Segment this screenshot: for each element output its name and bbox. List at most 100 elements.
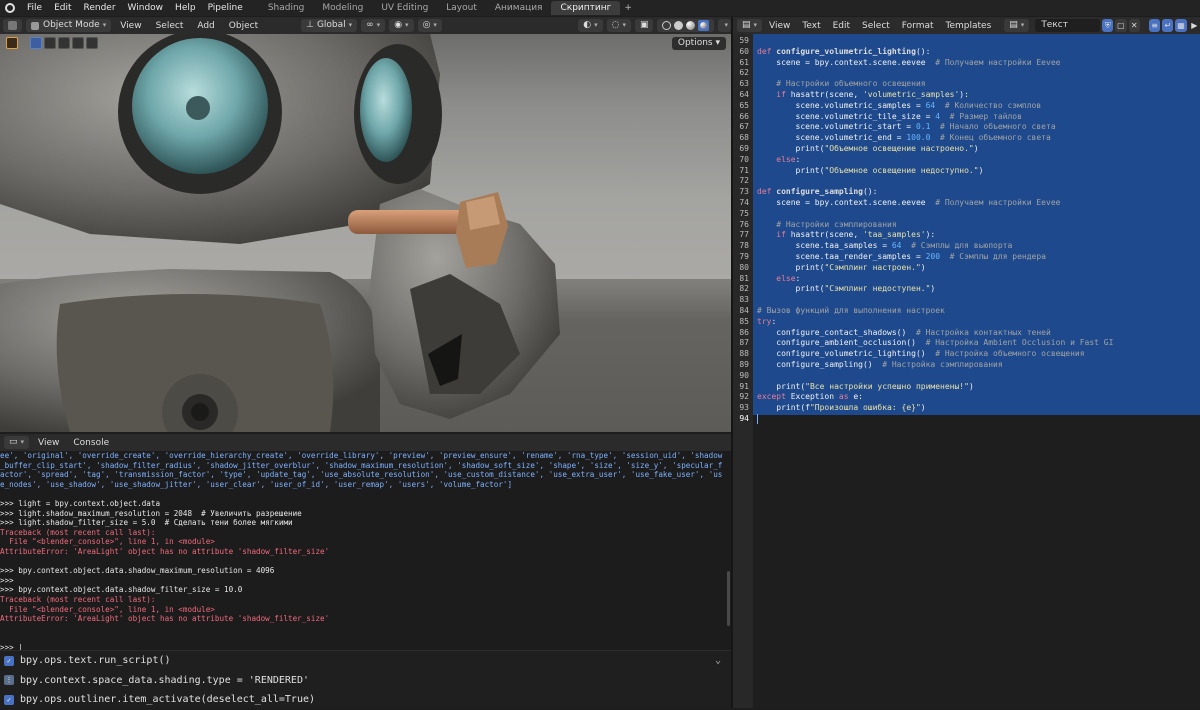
transform-orientation-dropdown[interactable]: ⊥ Global xyxy=(301,19,358,32)
tab-shading[interactable]: Shading xyxy=(259,1,314,15)
code-line[interactable]: 74 scene = bpy.context.scene.eevee # Пол… xyxy=(733,198,1113,209)
xray-toggle[interactable]: ▣ xyxy=(634,19,654,32)
code-line[interactable]: 80 print("Сэмплинг настроен.") xyxy=(733,263,1113,274)
code-line[interactable]: 64 if hasattr(scene, 'volumetric_samples… xyxy=(733,90,1113,101)
code-line[interactable]: 71 print("Объемное освещение недоступно.… xyxy=(733,166,1113,177)
overlays-dropdown[interactable]: ◌ xyxy=(606,19,631,32)
tab-animation[interactable]: Анимация xyxy=(486,1,552,15)
code-line[interactable]: 59 xyxy=(733,36,1113,47)
code-line[interactable]: 91 print("Все настройки успешно применен… xyxy=(733,382,1113,393)
unlink-text-icon[interactable]: ✕ xyxy=(1128,19,1140,32)
options-dropdown[interactable]: Options ▾ xyxy=(671,37,726,50)
new-text-icon[interactable]: ▢ xyxy=(1115,19,1127,32)
menu-render[interactable]: Render xyxy=(78,3,122,13)
select-invert-icon[interactable] xyxy=(72,37,84,49)
syntax-highlight-toggle-icon[interactable]: ▦ xyxy=(1175,19,1187,32)
tab-uv-editing[interactable]: UV Editing xyxy=(372,1,437,15)
text-name-field[interactable]: Текст xyxy=(1035,19,1101,32)
menu-pipeline[interactable]: Pipeline xyxy=(202,3,249,13)
menu-help[interactable]: Help xyxy=(169,3,202,13)
material-shading-icon[interactable] xyxy=(686,21,696,30)
blender-logo-icon[interactable] xyxy=(5,3,15,13)
text-browse-dropdown[interactable]: ▤ xyxy=(1004,19,1030,32)
solid-shading-icon[interactable] xyxy=(674,21,684,30)
code-line[interactable]: 73 def configure_sampling (): xyxy=(733,187,1113,198)
console-scrollbar[interactable] xyxy=(727,571,730,626)
code-line[interactable]: 75 xyxy=(733,209,1113,220)
rendered-shading-icon[interactable] xyxy=(698,20,710,31)
code-line[interactable]: 87 configure_ambient_occlusion() # Настр… xyxy=(733,338,1113,349)
code-line[interactable]: 78 scene.taa_samples = 64 # Сэмплы для в… xyxy=(733,241,1113,252)
code-line[interactable]: 68 scene.volumetric_end = 100.0 # Конец … xyxy=(733,133,1113,144)
text-menu-select[interactable]: Select xyxy=(857,21,895,31)
code-line[interactable]: 61 scene = bpy.context.scene.eevee # Пол… xyxy=(733,58,1113,69)
viewport-menu-object[interactable]: Object xyxy=(224,21,263,31)
console-menu-console[interactable]: Console xyxy=(68,438,114,448)
info-row[interactable]: ✓ bpy.ops.text.run_script() ⌄ xyxy=(0,651,731,671)
code-line[interactable]: 84 # Вызов функций для выполнения настрое… xyxy=(733,306,1113,317)
code-line[interactable]: 62 xyxy=(733,68,1113,79)
tab-layout[interactable]: Layout xyxy=(437,1,486,15)
code-line[interactable]: 66 scene.volumetric_tile_size = 4 # Разм… xyxy=(733,112,1113,123)
code-line[interactable]: 72 xyxy=(733,176,1113,187)
console-menu-view[interactable]: View xyxy=(33,438,64,448)
console-editor-type-button[interactable]: ▭ xyxy=(4,436,30,449)
pivot-point-dropdown[interactable]: ∞ xyxy=(361,19,386,32)
code-line[interactable]: 90 xyxy=(733,371,1113,382)
select-intersect-icon[interactable] xyxy=(86,37,98,49)
text-menu-view[interactable]: View xyxy=(764,21,795,31)
text-menu-format[interactable]: Format xyxy=(897,21,939,31)
text-editor-type-button[interactable]: ▤ xyxy=(737,19,763,32)
collapse-chevron-icon[interactable]: ⌄ xyxy=(715,655,721,666)
code-line[interactable]: 82 print("Сэмплинг недоступен.") xyxy=(733,284,1113,295)
code-line[interactable]: 76 # Настройки сэмплирования xyxy=(733,220,1113,231)
code-line[interactable]: 81 else: xyxy=(733,274,1113,285)
code-line[interactable]: 79 scene.taa_render_samples = 200 # Сэмп… xyxy=(733,252,1113,263)
menu-edit[interactable]: Edit xyxy=(48,3,77,13)
object-mode-dropdown[interactable]: Object Mode xyxy=(26,19,112,32)
select-extend-icon[interactable] xyxy=(44,37,56,49)
code-line[interactable]: 60 def configure_volumetric_lighting (): xyxy=(733,47,1113,58)
text-menu-text[interactable]: Text xyxy=(797,21,825,31)
code-line[interactable]: 70 else: xyxy=(733,155,1113,166)
code-line[interactable]: 77 if hasattr(scene, 'taa_samples'): xyxy=(733,230,1113,241)
editor-type-button[interactable] xyxy=(3,19,22,32)
info-row[interactable]: ✓ bpy.ops.outliner.item_activate(deselec… xyxy=(0,690,731,710)
menu-file[interactable]: File xyxy=(21,3,48,13)
add-workspace-button[interactable]: + xyxy=(620,3,636,13)
run-script-icon[interactable]: ▶ xyxy=(1189,19,1200,32)
python-console[interactable]: ee', 'original', 'override_create', 'ove… xyxy=(0,451,731,650)
text-menu-templates[interactable]: Templates xyxy=(941,21,997,31)
code-line[interactable]: 93 print(f "Произошла ошибка: {e}") xyxy=(733,403,1113,414)
line-numbers-toggle-icon[interactable]: ≡ xyxy=(1149,19,1161,32)
tab-scripting[interactable]: Скриптинг xyxy=(551,1,621,15)
snap-dropdown[interactable]: ◉ xyxy=(389,19,414,32)
code-line[interactable]: 89 configure_sampling() # Настройка сэмп… xyxy=(733,360,1113,371)
shading-options-dropdown[interactable] xyxy=(718,19,731,32)
code-line[interactable]: 63 # Настройки объемного освещения xyxy=(733,79,1113,90)
code-line[interactable]: 86 configure_contact_shadows() # Настрой… xyxy=(733,328,1113,339)
text-editor[interactable]: 59 60 def configure_volumetric_lighting ():… xyxy=(733,34,1200,708)
wireframe-shading-icon[interactable] xyxy=(662,21,672,30)
word-wrap-toggle-icon[interactable]: ↵ xyxy=(1162,19,1174,32)
viewport-menu-select[interactable]: Select xyxy=(151,21,189,31)
code-line[interactable]: 67 scene.volumetric_start = 0.1 # Начало… xyxy=(733,122,1113,133)
proportional-editing-dropdown[interactable]: ◎ xyxy=(417,19,442,32)
select-box-icon[interactable] xyxy=(30,37,42,49)
code-line[interactable]: 94 xyxy=(733,414,1113,425)
code-line[interactable]: 85 try: xyxy=(733,317,1113,328)
select-subtract-icon[interactable] xyxy=(58,37,70,49)
info-row[interactable]: ⋮ bpy.context.space_data.shading.type = … xyxy=(0,671,731,691)
code-line[interactable]: 65 scene.volumetric_samples = 64 # Колич… xyxy=(733,101,1113,112)
selection-tool-icon[interactable] xyxy=(6,37,18,49)
tab-modeling[interactable]: Modeling xyxy=(313,1,372,15)
code-line[interactable]: 88 configure_volumetric_lighting() # Нас… xyxy=(733,349,1113,360)
text-menu-edit[interactable]: Edit xyxy=(828,21,855,31)
code-line[interactable]: 83 xyxy=(733,295,1113,306)
code-line[interactable]: 69 print("Объемное освещение настроено."… xyxy=(733,144,1113,155)
code-line[interactable]: 92 except Exception as e: xyxy=(733,392,1113,403)
fake-user-shield-icon[interactable]: ⛨ xyxy=(1102,19,1114,32)
visibility-dropdown[interactable]: ◐ xyxy=(578,19,603,32)
menu-window[interactable]: Window xyxy=(122,3,170,13)
3d-viewport[interactable]: Options ▾ xyxy=(0,34,731,432)
